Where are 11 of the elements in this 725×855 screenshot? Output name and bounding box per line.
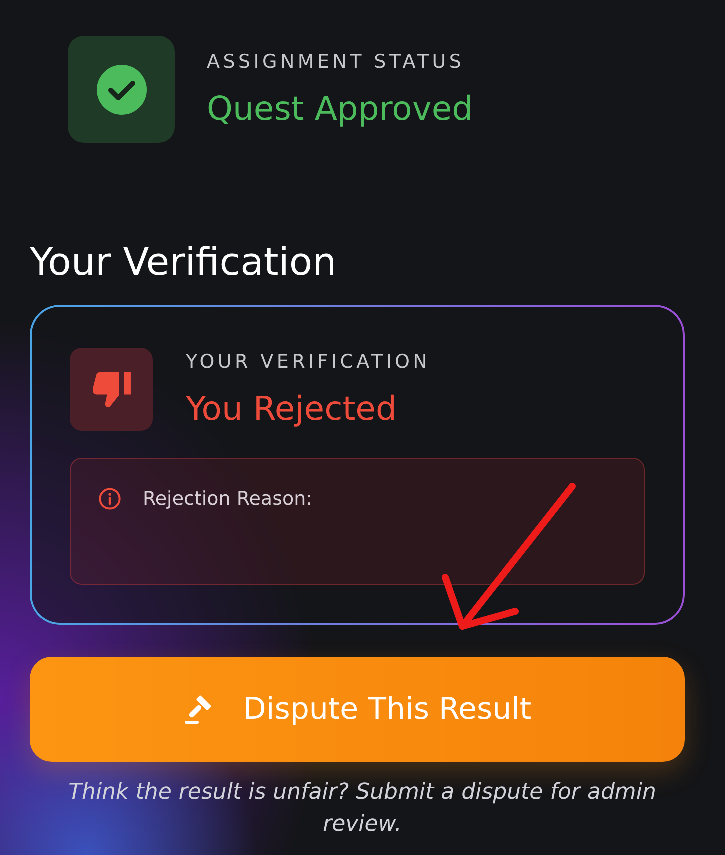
status-value: Quest Approved bbox=[207, 88, 474, 130]
verification-value: You Rejected bbox=[186, 388, 397, 430]
info-icon bbox=[99, 488, 121, 510]
section-title: Your Verification bbox=[30, 239, 337, 285]
verification-label: YOUR VERIFICATION bbox=[186, 350, 431, 374]
status-label: ASSIGNMENT STATUS bbox=[207, 50, 465, 74]
thumbs-down-icon bbox=[92, 372, 130, 408]
dispute-button[interactable]: Dispute This Result bbox=[30, 657, 685, 762]
reason-label: Rejection Reason: bbox=[143, 487, 313, 511]
check-circle-icon bbox=[96, 64, 146, 114]
helper-text: Think the result is unfair? Submit a dispute for admin review. bbox=[68, 779, 658, 839]
